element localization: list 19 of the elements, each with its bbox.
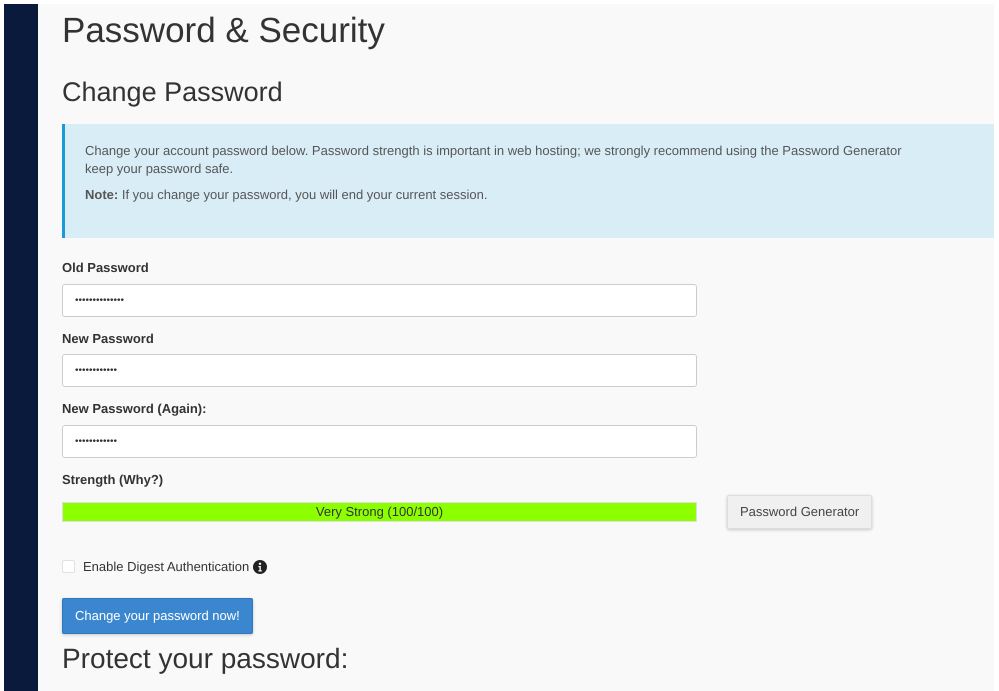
password-generator-button[interactable]: Password Generator (727, 495, 872, 529)
field-label: Strength (Why?) (62, 470, 164, 489)
strength-reading: Very Strong (100/100) (314, 503, 444, 522)
section-title: Change Password (62, 76, 284, 108)
section-title: Protect your password: (62, 644, 350, 675)
password-field[interactable]: •••••••••••• (62, 424, 697, 458)
page-title: Password & Security (62, 10, 386, 52)
info-icon[interactable] (253, 560, 268, 574)
checkbox[interactable] (62, 560, 75, 574)
field-label: New Password (Again): (62, 400, 208, 418)
checkbox-label: Enable Digest Authentication (83, 558, 250, 576)
alert-text: Change your account password below. Password strength is important in web hosting; we strongly recommend using the Password Generator (85, 142, 903, 160)
alert-text: keep your password safe. (85, 160, 234, 178)
password-field[interactable]: •••••••••••••• (62, 284, 697, 317)
field-label: Old Password (62, 259, 150, 278)
password-field[interactable]: •••••••••••• (62, 354, 697, 388)
field-label: New Password (62, 330, 155, 348)
alert-note: Note: If you change your password, you will end your current session. (85, 186, 488, 204)
change-password-button[interactable]: Change your password now! (62, 598, 253, 634)
